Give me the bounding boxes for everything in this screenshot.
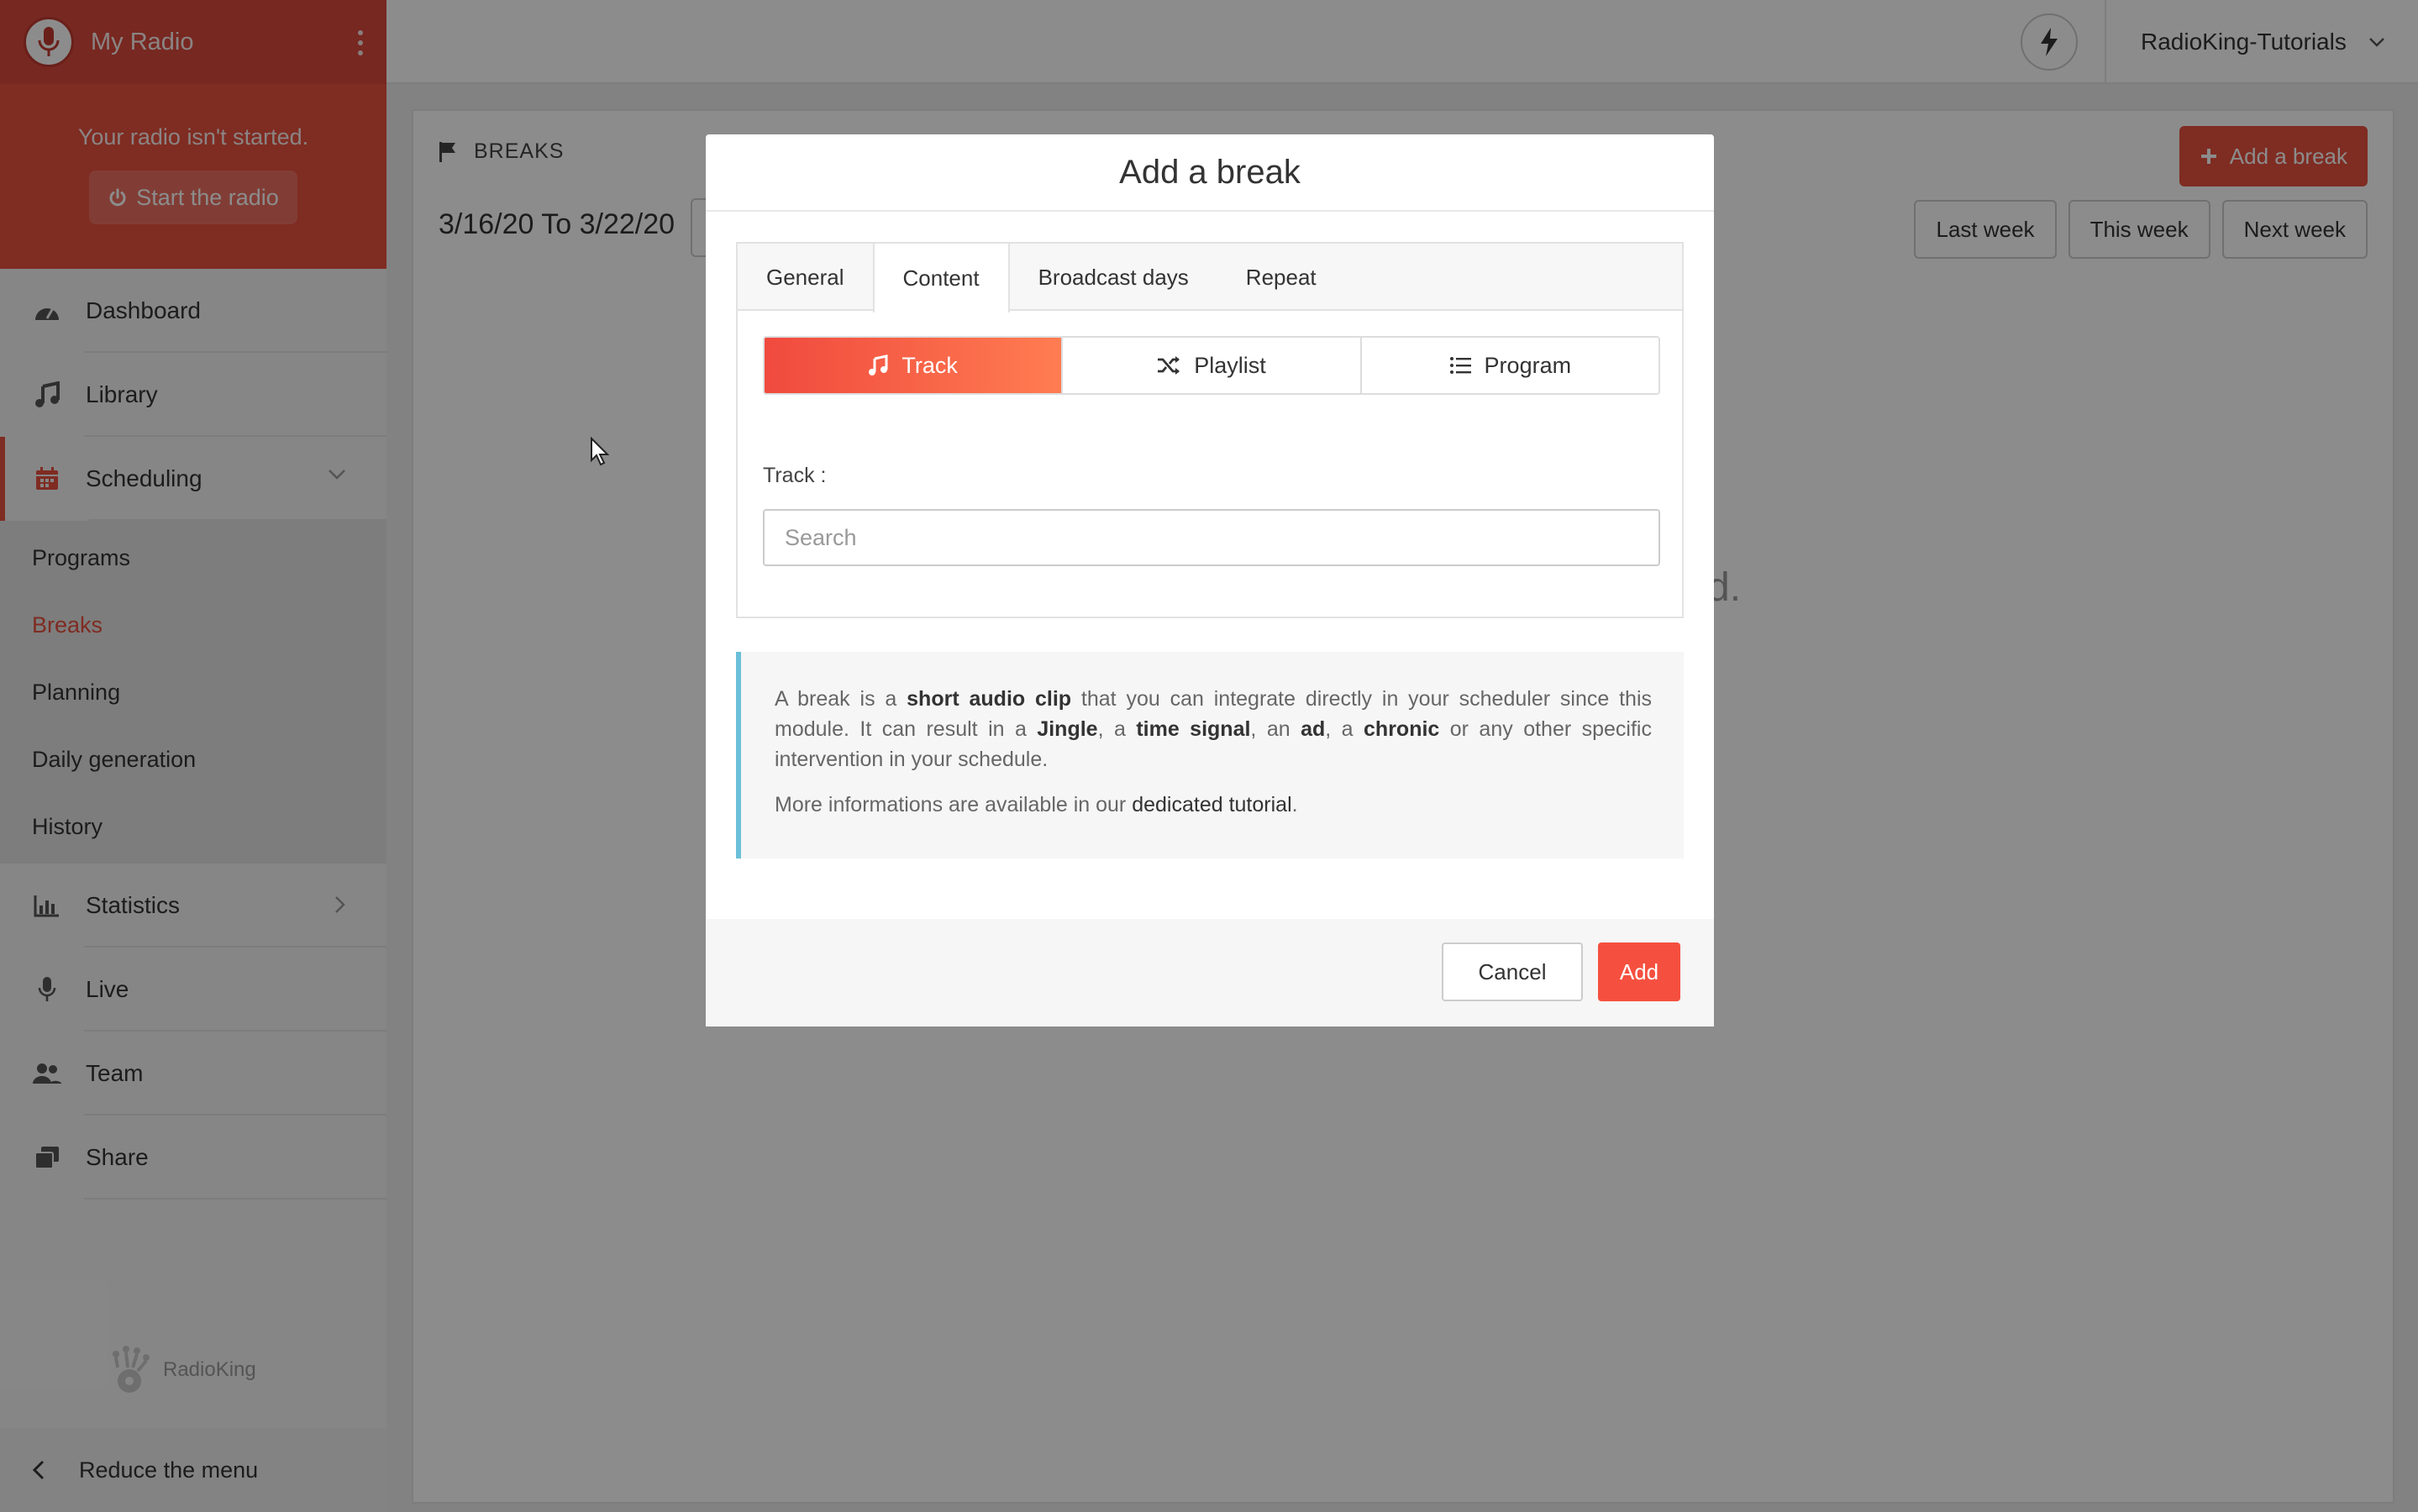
track-field-label: Track :	[763, 464, 827, 487]
tab-general[interactable]: General	[738, 244, 873, 311]
tab-broadcast-days[interactable]: Broadcast days	[1010, 244, 1217, 311]
add-break-modal: Add a break General Content Broadcast da…	[706, 134, 1714, 1026]
info-paragraph: A break is a short audio clip that you c…	[775, 687, 1652, 771]
add-button[interactable]: Add	[1598, 942, 1680, 1001]
music-note-icon	[869, 354, 888, 375]
program-type-label: Program	[1484, 352, 1572, 378]
playlist-type-button[interactable]: Playlist	[1063, 338, 1362, 393]
modal-footer: Cancel Add	[706, 919, 1714, 1026]
playlist-type-label: Playlist	[1194, 352, 1266, 378]
track-search-input[interactable]	[763, 509, 1660, 566]
program-type-button[interactable]: Program	[1361, 338, 1658, 393]
tab-repeat[interactable]: Repeat	[1217, 244, 1345, 311]
mouse-cursor-icon	[591, 437, 610, 466]
modal-tabs: General Content Broadcast days Repeat	[738, 244, 1682, 312]
dedicated-tutorial-link[interactable]: dedicated tutorial	[1132, 793, 1291, 816]
modal-title: Add a break	[706, 134, 1714, 212]
shuffle-icon	[1158, 356, 1180, 375]
info-paragraph-more: More informations are available in our d…	[775, 793, 1298, 816]
break-info-box: A break is a short audio clip that you c…	[736, 652, 1684, 858]
modal-tab-panel: General Content Broadcast days Repeat Tr…	[736, 242, 1684, 618]
tab-content[interactable]: Content	[872, 244, 1010, 312]
track-type-button[interactable]: Track	[765, 338, 1064, 393]
list-icon	[1449, 357, 1471, 374]
cancel-button[interactable]: Cancel	[1442, 942, 1583, 1001]
content-type-selector: Track Playlist Program	[763, 336, 1660, 395]
track-type-label: Track	[901, 352, 958, 378]
